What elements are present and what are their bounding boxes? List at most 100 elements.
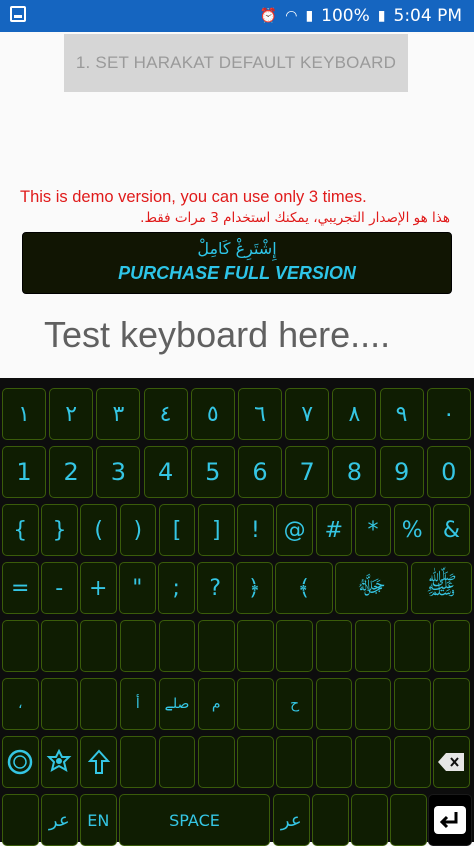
key-symbol[interactable]: ! bbox=[237, 504, 274, 556]
key-diacritic[interactable]: أ bbox=[119, 678, 157, 730]
key-diacritic[interactable] bbox=[276, 620, 313, 672]
key-digit[interactable]: 1 bbox=[2, 446, 46, 498]
key-diacritic[interactable] bbox=[237, 678, 274, 730]
key-diacritic[interactable] bbox=[354, 620, 392, 672]
key-symbol[interactable]: & bbox=[433, 504, 470, 556]
key-diacritic-label: ، bbox=[17, 696, 23, 712]
key-symbol[interactable]: ﴾ bbox=[275, 562, 333, 614]
key-diacritic[interactable] bbox=[354, 678, 392, 730]
key-symbol[interactable]: ( bbox=[80, 504, 117, 556]
key-arabic-digit[interactable]: ٨ bbox=[332, 388, 377, 440]
key-diacritic[interactable] bbox=[276, 736, 313, 788]
key-digit[interactable]: 5 bbox=[190, 446, 235, 498]
key-diacritic[interactable] bbox=[433, 678, 470, 730]
key-diacritic[interactable] bbox=[394, 678, 431, 730]
enter-key[interactable] bbox=[428, 794, 472, 846]
key-diacritic[interactable] bbox=[41, 678, 78, 730]
key-diacritic[interactable] bbox=[119, 736, 157, 788]
key-symbol[interactable]: # bbox=[315, 504, 353, 556]
app-content: 1. SET HARAKAT DEFAULT KEYBOARD This is … bbox=[0, 32, 474, 378]
key-digit[interactable]: 4 bbox=[143, 446, 188, 498]
key-symbol[interactable]: - bbox=[41, 562, 78, 614]
key-symbol[interactable]: { bbox=[2, 504, 39, 556]
key-symbol-label: ﷻ bbox=[356, 571, 387, 601]
key-diacritic[interactable] bbox=[80, 678, 117, 730]
key-arabic-digit[interactable]: ٩ bbox=[379, 388, 424, 440]
english-layout-key[interactable]: EN bbox=[80, 794, 117, 846]
key-digit[interactable]: 0 bbox=[426, 446, 471, 498]
key-spare[interactable] bbox=[312, 794, 349, 846]
key-diacritic[interactable]: م bbox=[198, 678, 235, 730]
key-diacritic[interactable] bbox=[315, 620, 353, 672]
key-symbol[interactable]: ﷺ bbox=[411, 562, 472, 614]
test-keyboard-input[interactable] bbox=[44, 314, 444, 356]
key-symbol[interactable]: ] bbox=[198, 504, 235, 556]
key-diacritic[interactable] bbox=[198, 620, 235, 672]
key-diacritic[interactable] bbox=[394, 620, 431, 672]
key-diacritic[interactable] bbox=[315, 736, 353, 788]
key-symbol[interactable]: ) bbox=[119, 504, 157, 556]
key-diacritic[interactable] bbox=[119, 620, 157, 672]
shift-key[interactable] bbox=[80, 736, 117, 788]
key-symbol[interactable]: % bbox=[394, 504, 431, 556]
key-diacritic[interactable] bbox=[237, 620, 274, 672]
key-diacritic[interactable] bbox=[237, 736, 274, 788]
ring-key[interactable] bbox=[2, 736, 39, 788]
key-digit[interactable]: 9 bbox=[379, 446, 424, 498]
key-symbol[interactable]: ; bbox=[158, 562, 195, 614]
backspace-key[interactable] bbox=[433, 736, 470, 788]
key-symbol[interactable]: ﴿ bbox=[236, 562, 273, 614]
key-spare[interactable] bbox=[2, 794, 39, 846]
key-diacritic[interactable] bbox=[158, 620, 196, 672]
key-diacritic[interactable] bbox=[158, 736, 196, 788]
key-spare[interactable] bbox=[351, 794, 388, 846]
key-arabic-digit[interactable]: ٧ bbox=[285, 388, 330, 440]
key-symbol[interactable]: } bbox=[41, 504, 78, 556]
key-symbol[interactable]: ﷻ bbox=[335, 562, 408, 614]
key-diacritic[interactable] bbox=[354, 736, 392, 788]
key-arabic-digit[interactable]: ٠ bbox=[426, 388, 471, 440]
key-arabic-digit[interactable]: ٤ bbox=[143, 388, 188, 440]
key-symbol[interactable]: + bbox=[80, 562, 117, 614]
key-symbol[interactable]: [ bbox=[158, 504, 196, 556]
key-arabic-digit[interactable]: ٦ bbox=[238, 388, 282, 440]
key-diacritic[interactable] bbox=[80, 620, 117, 672]
key-digit[interactable]: 6 bbox=[238, 446, 282, 498]
key-diacritic[interactable]: ، bbox=[2, 678, 39, 730]
key-symbol-label: { bbox=[13, 517, 28, 543]
key-diacritic[interactable] bbox=[41, 620, 78, 672]
key-symbol-label: + bbox=[89, 575, 108, 601]
key-digit[interactable]: 8 bbox=[332, 446, 377, 498]
key-symbol[interactable]: * bbox=[354, 504, 392, 556]
key-arabic-digit[interactable]: ٢ bbox=[49, 388, 94, 440]
key-diacritic[interactable] bbox=[198, 736, 235, 788]
arabic-layout-key[interactable]: عر bbox=[41, 794, 78, 846]
space-key[interactable]: SPACE bbox=[119, 794, 270, 846]
key-spare[interactable] bbox=[390, 794, 427, 846]
key-digit[interactable]: 7 bbox=[285, 446, 330, 498]
key-digit-label: 8 bbox=[346, 458, 363, 486]
set-default-keyboard-button[interactable]: 1. SET HARAKAT DEFAULT KEYBOARD bbox=[64, 34, 408, 92]
key-symbol[interactable]: @ bbox=[276, 504, 313, 556]
key-diacritic[interactable] bbox=[433, 620, 470, 672]
key-diacritic[interactable]: صلے bbox=[158, 678, 196, 730]
key-digit[interactable]: 2 bbox=[49, 446, 94, 498]
arabic-layout-key-right[interactable]: عر bbox=[273, 794, 310, 846]
octagon-star-key[interactable] bbox=[41, 736, 78, 788]
key-arabic-digit[interactable]: ٣ bbox=[96, 388, 141, 440]
purchase-full-version-button[interactable]: إِشْتَرِغْ كَامِلْ PURCHASE FULL VERSION bbox=[22, 232, 452, 294]
key-symbol[interactable]: = bbox=[2, 562, 39, 614]
key-arabic-digit-label: ٠ bbox=[442, 401, 455, 427]
key-digit-label: 0 bbox=[441, 458, 457, 486]
custom-keyboard: ١ 1 ٢ 2 ٣ 3 ٤ 4 ٥ 5 ٦ 6 ٧ 7 ٨ 8 ٩ 9 ٠ 0 {} () []! @ # *% & = - + ";? ﴿ ﴾… bbox=[0, 378, 474, 846]
key-diacritic[interactable] bbox=[394, 736, 431, 788]
key-arabic-digit[interactable]: ١ bbox=[2, 388, 46, 440]
key-diacritic[interactable] bbox=[315, 678, 353, 730]
key-symbol[interactable]: " bbox=[119, 562, 156, 614]
key-diacritic[interactable]: ح bbox=[276, 678, 313, 730]
key-symbol[interactable]: ? bbox=[197, 562, 234, 614]
key-arabic-digit[interactable]: ٥ bbox=[190, 388, 235, 440]
key-digit[interactable]: 3 bbox=[96, 446, 141, 498]
key-diacritic[interactable] bbox=[2, 620, 39, 672]
key-symbol-label: ﴿ bbox=[247, 575, 261, 601]
